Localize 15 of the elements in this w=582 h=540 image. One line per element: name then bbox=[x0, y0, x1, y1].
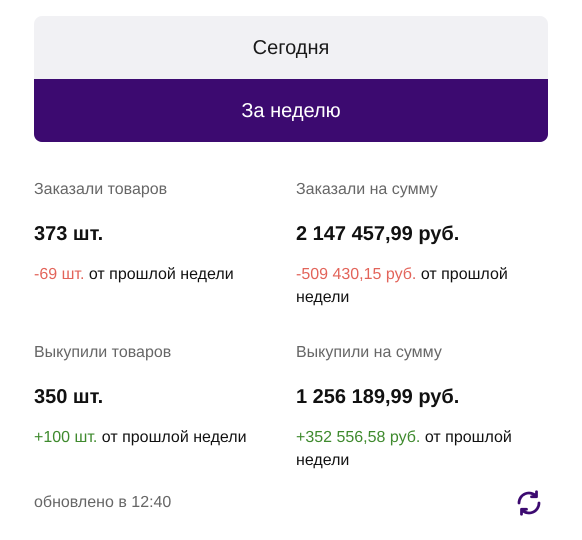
change-note: +100 шт. от прошлой недели bbox=[34, 428, 248, 448]
stat-value: 1 256 189,99 руб. bbox=[296, 385, 460, 410]
stat-value: 2 147 457,99 руб. bbox=[296, 222, 460, 247]
stat-value: 373 шт. bbox=[34, 222, 104, 247]
stat-label: Заказали товаров bbox=[34, 180, 168, 200]
stat-label: Заказали на сумму bbox=[296, 180, 439, 200]
period-tab[interactable]: За неделю bbox=[34, 79, 548, 142]
period-tab[interactable]: Сегодня bbox=[34, 16, 548, 79]
stat-value: 350 шт. bbox=[34, 385, 104, 410]
change-note: -509 430,15 руб. от прошлой недели bbox=[296, 265, 509, 308]
stat-label: Выкупили товаров bbox=[34, 343, 172, 363]
update-time: обновлено в 12:40 bbox=[34, 493, 172, 513]
change-note: +352 556,58 руб. от прошлой недели bbox=[296, 428, 513, 471]
change-note: -69 шт. от прошлой недели bbox=[34, 265, 235, 285]
stat-label: Выкупили на сумму bbox=[296, 343, 443, 363]
